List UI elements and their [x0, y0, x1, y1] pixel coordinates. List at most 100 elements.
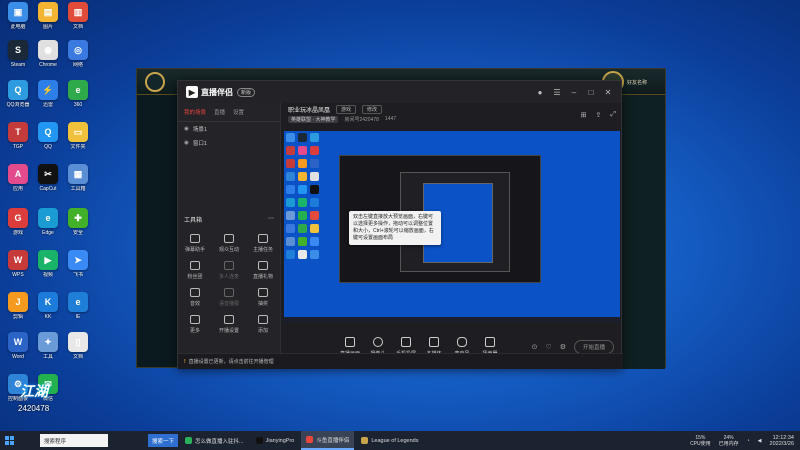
preview-icon	[298, 250, 307, 259]
desktop-icon-label: 网络	[72, 62, 83, 68]
scene-item[interactable]: ◉ 场景1	[178, 122, 280, 136]
monitor-icon	[345, 337, 355, 347]
stream-preview[interactable]: 双击左键直接放大预览画面，右键可以选择更多操作，拖动可以调整位置和大小，Ctrl…	[284, 131, 620, 323]
tool-label: 直播礼物	[252, 274, 273, 280]
desktop-icon[interactable]: A 应用	[2, 164, 34, 192]
tool-button[interactable]: 添加	[246, 315, 280, 334]
desktop-icon[interactable]: ▯ 文档	[62, 332, 94, 360]
desktop-icon[interactable]: ▦ 工具箱	[62, 164, 94, 192]
share-icon[interactable]: ⇪	[596, 111, 602, 119]
task-label: League of Legends	[371, 437, 419, 444]
desktop-icon[interactable]: ▭ 文件夹	[62, 122, 94, 150]
desktop-icon[interactable]: Q QQ浏览器	[2, 80, 34, 108]
close-icon[interactable]: ✕	[603, 88, 613, 97]
expand-icon[interactable]: ⤢	[610, 111, 616, 119]
desktop-icon[interactable]: e Edge	[32, 208, 64, 236]
app-icon: K	[38, 292, 58, 312]
desktop-icon[interactable]: K KK	[32, 292, 64, 320]
task-app-icon	[306, 436, 314, 443]
gift-icon[interactable]: ⊞	[581, 111, 587, 119]
desktop-icon-label: 剪辑	[12, 314, 23, 320]
desktop-icon[interactable]: ▤ 图片	[32, 2, 64, 30]
avatar-icon[interactable]: ●	[535, 88, 545, 97]
scene-item[interactable]: ◉ 窗口1	[178, 136, 280, 150]
version-badge[interactable]: 新版	[237, 87, 256, 97]
tool-button[interactable]: 更多	[178, 315, 212, 334]
tool-button[interactable]: 粉丝团	[178, 261, 212, 280]
desktop-icon[interactable]: T TGP	[2, 122, 34, 150]
app-icon: G	[8, 208, 28, 228]
tool-button[interactable]: 多人连麦	[212, 261, 246, 280]
tool-button[interactable]: 音效	[178, 288, 212, 307]
tool-button[interactable]: 直播礼物	[246, 261, 280, 280]
clock[interactable]: 12:12:34 2022/3/26	[770, 435, 794, 447]
desktop-icon[interactable]: ▶ 视频	[32, 250, 64, 278]
desktop-icon[interactable]: ◎ 网络	[62, 40, 94, 68]
tool-button[interactable]: 语音播报	[212, 288, 246, 307]
tool-icon	[258, 261, 268, 270]
preview-icon	[298, 198, 307, 207]
search-button[interactable]: 搜索一下	[148, 434, 179, 447]
tool-button[interactable]: 抽奖	[246, 288, 280, 307]
app-icon: Q	[38, 122, 58, 142]
taskbar-task[interactable]: 怎么做直播入驻抖...	[180, 431, 249, 450]
maximize-icon[interactable]: □	[586, 88, 596, 97]
record-icon[interactable]: ⊙	[532, 343, 538, 351]
desktop-icon[interactable]: ✂ CapCut	[32, 164, 64, 192]
desktop-icon[interactable]: ◉ Chrome	[32, 40, 64, 68]
windows-icon	[4, 436, 14, 445]
app-icon: ▦	[68, 164, 88, 184]
edit-button[interactable]: 修改	[362, 105, 383, 114]
network-icon[interactable]: ◔	[747, 438, 750, 444]
tab-my-scenes[interactable]: 我的场景	[184, 108, 206, 116]
desktop-icon[interactable]: W Word	[2, 332, 34, 360]
desktop-icon[interactable]: e IE	[62, 292, 94, 320]
desktop-icon[interactable]: ▥ 文档	[62, 2, 94, 30]
tool-button[interactable]: 观众互动	[212, 234, 246, 253]
eye-icon[interactable]: ◉	[184, 140, 189, 146]
app-icon: ▶	[38, 250, 58, 270]
desktop-icon[interactable]: G 游戏	[2, 208, 34, 236]
tool-button[interactable]: 开播设置	[212, 315, 246, 334]
desktop-icon[interactable]: e 360	[62, 80, 94, 108]
desktop-icon[interactable]: ➤ 飞书	[62, 250, 94, 278]
start-button[interactable]	[0, 431, 18, 450]
settings-icon[interactable]: ⚙	[560, 343, 566, 351]
tool-button[interactable]: 主播任务	[246, 234, 280, 253]
task-app-icon	[185, 437, 193, 444]
menu-icon[interactable]: ☰	[552, 88, 562, 97]
tab-live[interactable]: 直播	[214, 108, 225, 116]
taskbar-search-input[interactable]: 搜索程序	[40, 434, 108, 447]
tool-icon	[190, 288, 200, 297]
preview-icon	[298, 237, 307, 246]
eye-icon[interactable]: ◉	[184, 126, 189, 132]
app-icon: e	[68, 80, 88, 100]
desktop-icon[interactable]: ▣ 此电脑	[2, 2, 34, 30]
desktop-icon[interactable]: ✦ 工具	[32, 332, 64, 360]
taskbar-task[interactable]: 斗鱼直播伴侣	[301, 431, 355, 450]
tool-button[interactable]: 弹幕助手	[178, 234, 212, 253]
desktop-icon-label: 应用	[12, 186, 23, 192]
category-pill[interactable]: 游戏	[336, 105, 357, 114]
taskbar-task[interactable]: League of Legends	[356, 431, 423, 450]
app-icon: Q	[8, 80, 28, 100]
beauty-icon[interactable]: ♡	[545, 343, 551, 351]
more-icon[interactable]: ⋯	[268, 215, 274, 224]
tool-icon	[258, 315, 268, 324]
desktop-icon[interactable]: W WPS	[2, 250, 34, 278]
desktop-icon[interactable]: ✚ 安全	[62, 208, 94, 236]
tool-icon	[224, 261, 234, 270]
desktop-icon[interactable]: J 剪辑	[2, 292, 34, 320]
desktop-icon[interactable]: S Steam	[2, 40, 34, 68]
notice-bar[interactable]: ! 直播设置已更新，请点击前往开播管理	[178, 353, 623, 369]
taskbar-task[interactable]: JianyingPro	[251, 431, 300, 450]
tab-settings[interactable]: 设置	[233, 108, 244, 116]
preview-icon	[286, 146, 295, 155]
speaker-icon	[485, 337, 495, 347]
desktop-icon-label: IE	[75, 314, 81, 320]
desktop-icon[interactable]: Q QQ	[32, 122, 64, 150]
minimize-icon[interactable]: –	[569, 88, 579, 97]
desktop-icon[interactable]: ⚡ 迅雷	[32, 80, 64, 108]
start-live-button[interactable]: 开始直播	[573, 340, 614, 354]
volume-icon[interactable]: ◀	[758, 438, 762, 444]
